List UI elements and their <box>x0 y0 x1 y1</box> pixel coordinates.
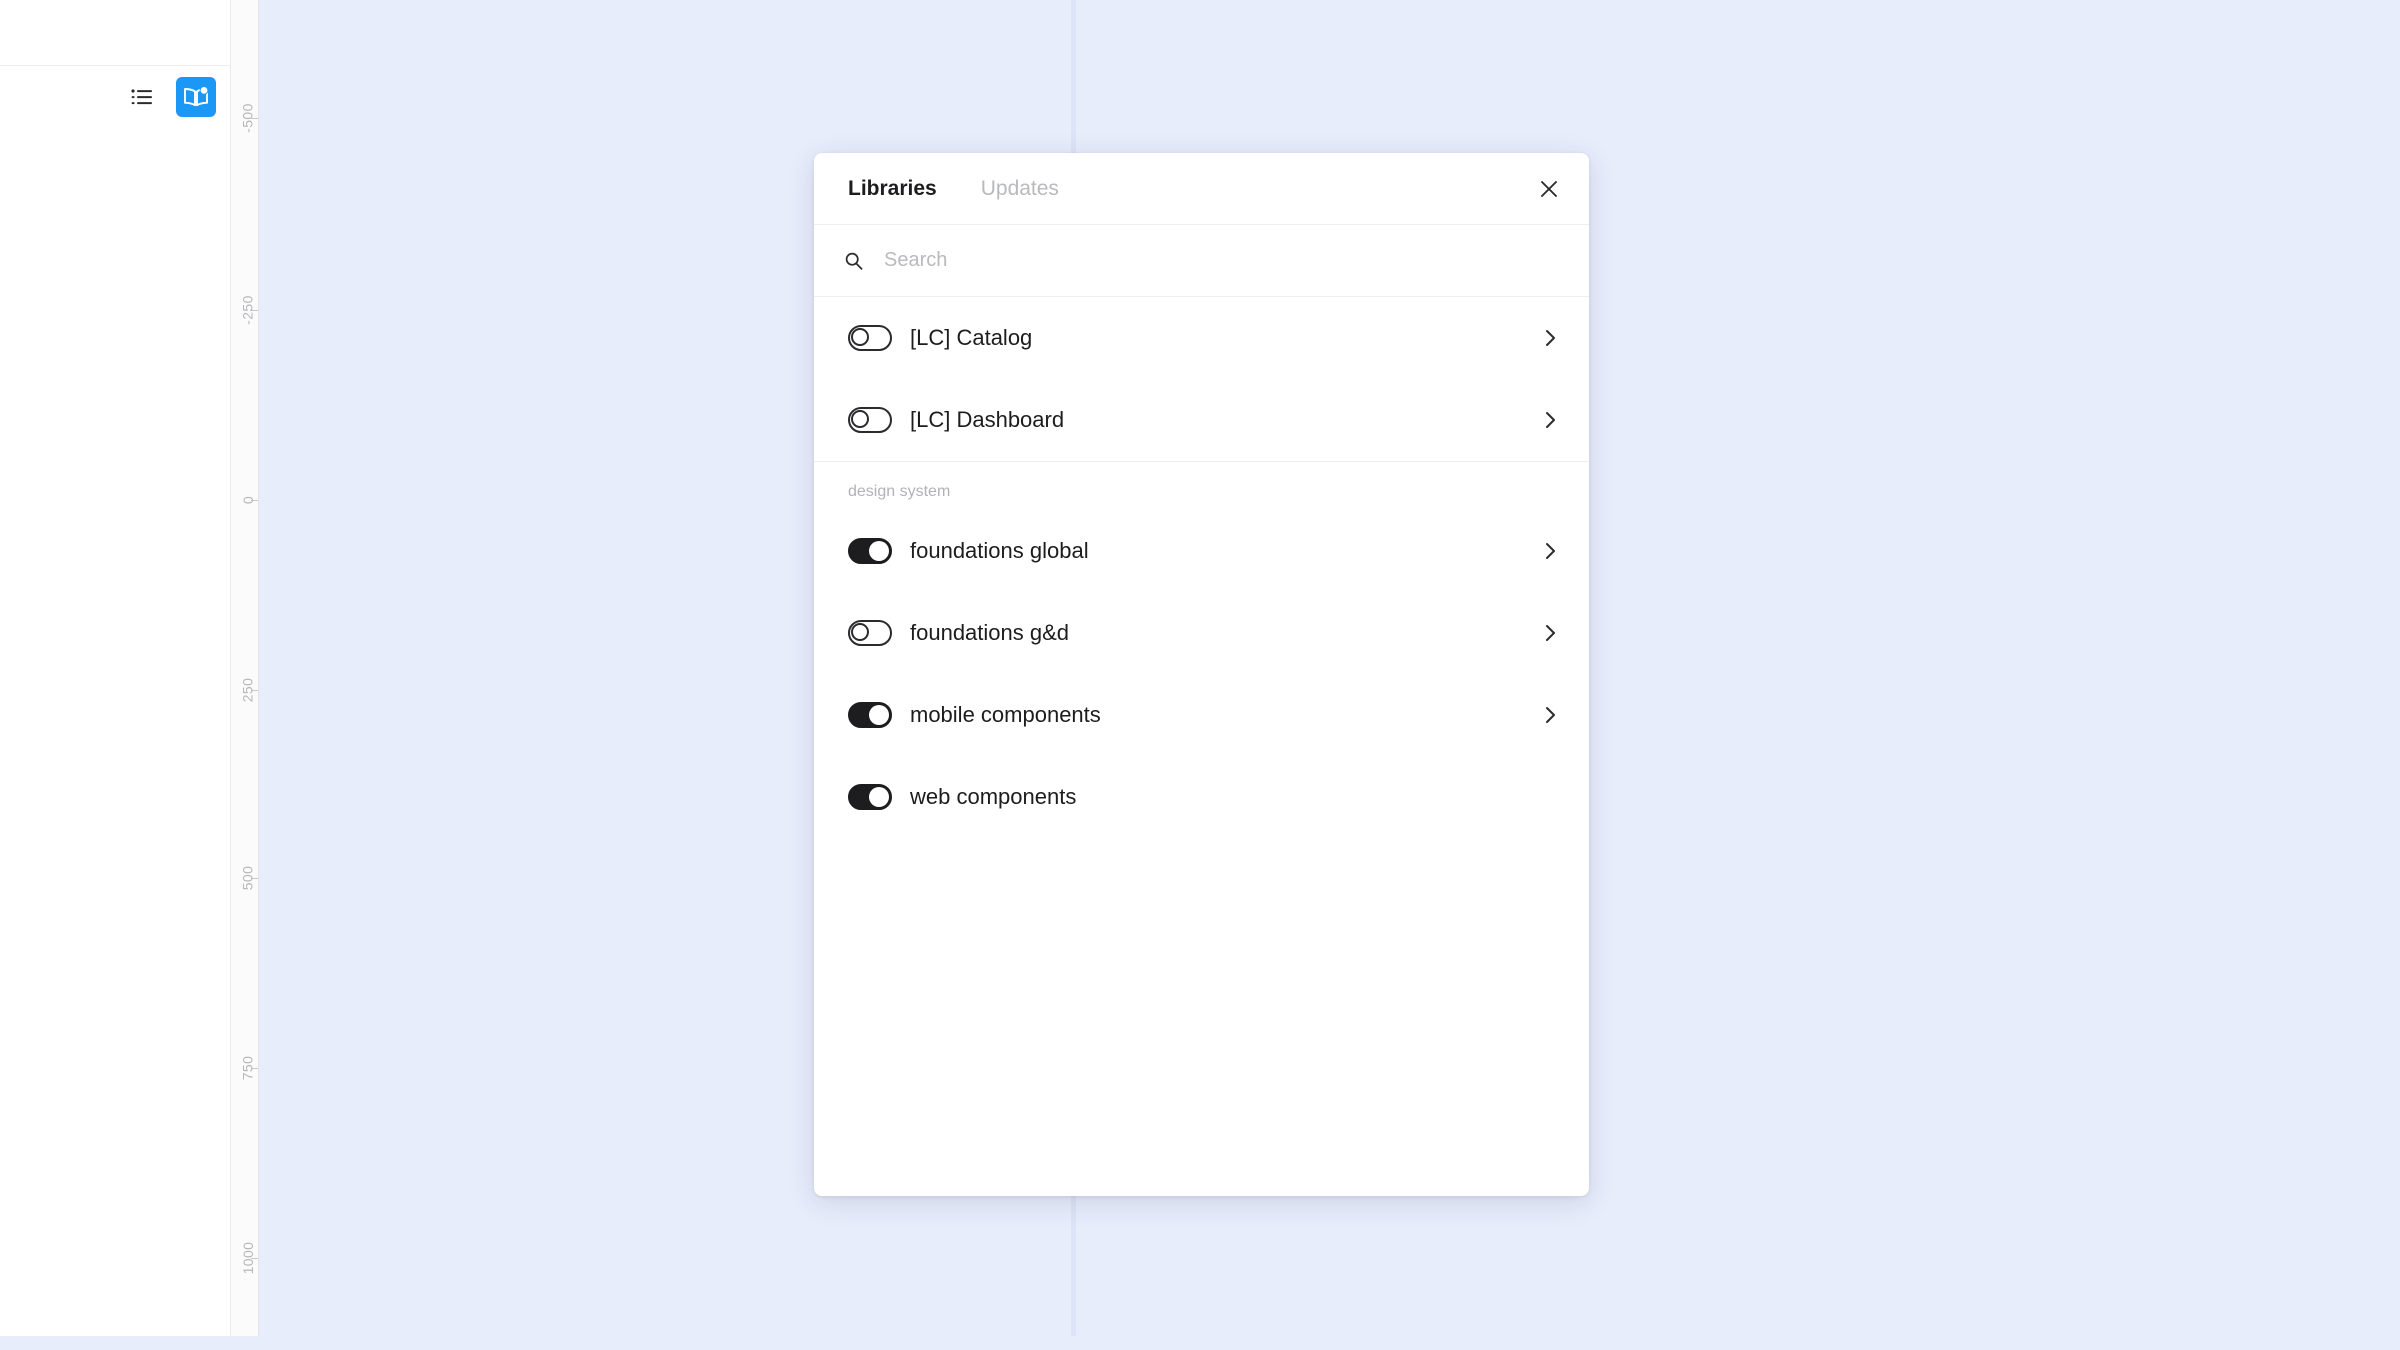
sidebar-toolbar <box>0 0 230 66</box>
bottom-strip <box>0 1336 2400 1350</box>
section-label: design system <box>848 483 951 500</box>
chevron-right-icon[interactable] <box>1537 407 1563 433</box>
library-toggle[interactable] <box>848 325 892 351</box>
ruler-label: 1000 <box>240 1241 256 1275</box>
ruler-label: 500 <box>240 865 256 891</box>
library-row-web-components[interactable]: web components <box>814 756 1589 838</box>
left-sidebar <box>0 0 230 1350</box>
notification-dot <box>200 87 208 94</box>
library-row-foundations-gd[interactable]: foundations g&d <box>814 592 1589 674</box>
book-icon <box>184 86 209 107</box>
vertical-ruler: -500 -250 0 250 500 750 1000 <box>230 0 259 1350</box>
library-toggle[interactable] <box>848 538 892 564</box>
sidebar-action-bar <box>0 66 230 128</box>
library-name: web components <box>910 784 1077 809</box>
tab-libraries[interactable]: Libraries <box>848 178 937 199</box>
library-row-lc-dashboard[interactable]: [LC] Dashboard <box>814 379 1589 461</box>
library-row-foundations-global[interactable]: foundations global <box>814 510 1589 592</box>
modal-header: Libraries Updates <box>814 153 1589 225</box>
tab-updates[interactable]: Updates <box>981 178 1059 199</box>
chevron-right-icon[interactable] <box>1537 538 1563 564</box>
library-list[interactable]: [LC] Catalog [LC] Dashboard design syste… <box>814 297 1589 1196</box>
ruler-label: -500 <box>240 103 256 133</box>
library-name: [LC] Catalog <box>910 325 1033 350</box>
library-name: foundations global <box>910 538 1089 563</box>
libraries-modal: Libraries Updates [LC] Catalog <box>814 153 1589 1196</box>
library-row-lc-catalog[interactable]: [LC] Catalog <box>814 297 1589 379</box>
list-icon <box>131 89 152 105</box>
library-toggle[interactable] <box>848 620 892 646</box>
library-name: [LC] Dashboard <box>910 407 1065 432</box>
ruler-label: 750 <box>240 1055 256 1081</box>
ruler-label: 250 <box>240 677 256 703</box>
library-name: mobile components <box>910 702 1101 727</box>
library-name: foundations g&d <box>910 620 1070 645</box>
libraries-button[interactable] <box>176 77 216 117</box>
ruler-label: -250 <box>240 295 256 325</box>
chevron-right-icon[interactable] <box>1537 325 1563 351</box>
library-section-design-system: design system foundations global foundat… <box>814 462 1589 838</box>
library-toggle[interactable] <box>848 407 892 433</box>
chevron-right-icon[interactable] <box>1537 620 1563 646</box>
search-input[interactable] <box>884 249 1559 272</box>
search-icon <box>845 252 863 270</box>
library-toggle[interactable] <box>848 702 892 728</box>
close-button[interactable] <box>1531 171 1567 207</box>
layers-list-button[interactable] <box>122 77 162 117</box>
library-row-mobile-components[interactable]: mobile components <box>814 674 1589 756</box>
chevron-right-icon[interactable] <box>1537 702 1563 728</box>
library-section-ungrouped: [LC] Catalog [LC] Dashboard <box>814 297 1589 461</box>
search-row <box>814 225 1589 297</box>
close-icon <box>1541 180 1557 197</box>
library-toggle[interactable] <box>848 784 892 810</box>
bottom-strip-white <box>0 1328 230 1336</box>
ruler-label: 0 <box>240 495 256 505</box>
